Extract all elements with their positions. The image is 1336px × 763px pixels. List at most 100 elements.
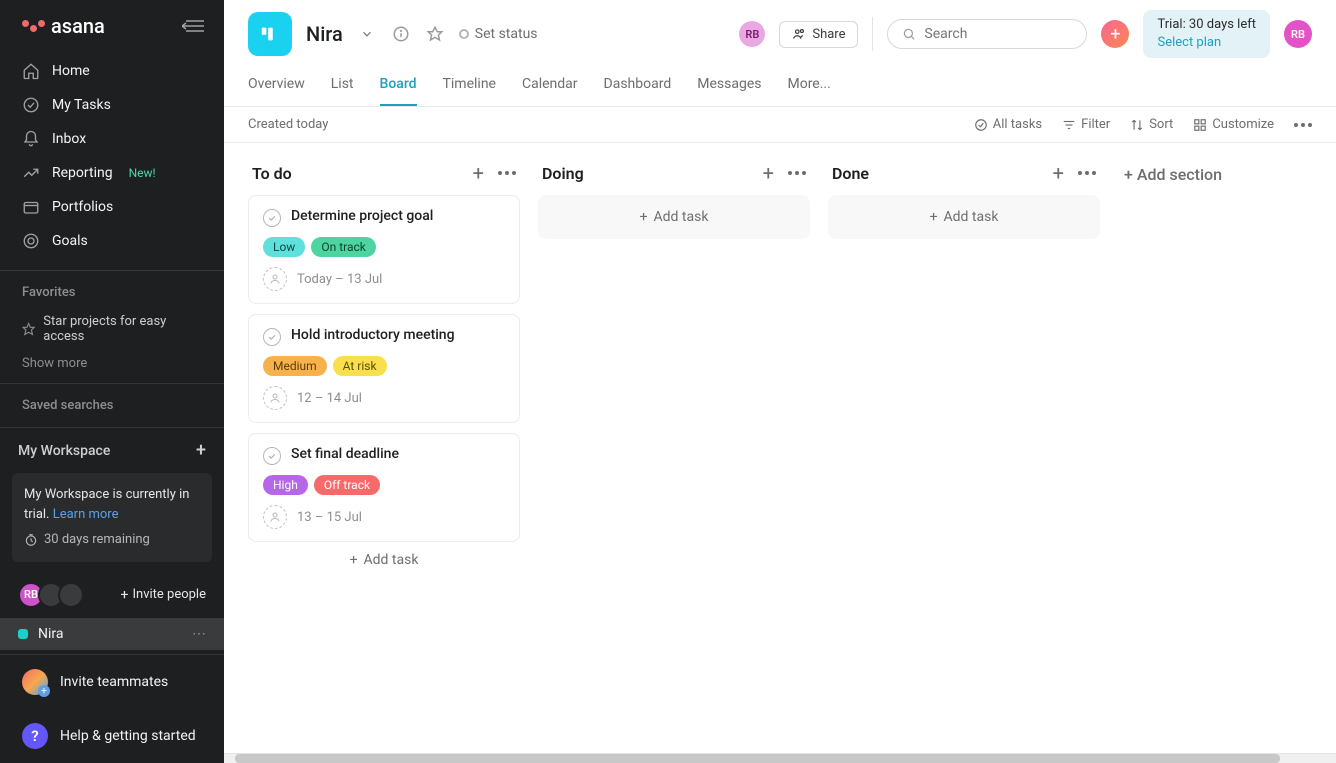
tab-dashboard[interactable]: Dashboard: [604, 68, 672, 106]
status-dot-icon: [459, 29, 469, 39]
info-icon[interactable]: [391, 24, 411, 44]
select-plan-link[interactable]: Select plan: [1157, 34, 1256, 52]
tag-ontrack: On track: [311, 237, 376, 257]
help-button[interactable]: ? Help & getting started: [0, 709, 224, 763]
customize-button[interactable]: Customize: [1193, 117, 1274, 132]
search-box[interactable]: [887, 19, 1087, 49]
tag-low: Low: [263, 237, 305, 257]
add-task-button[interactable]: +Add task: [836, 203, 1092, 231]
share-button[interactable]: Share: [779, 21, 858, 48]
tab-timeline[interactable]: Timeline: [443, 68, 496, 106]
new-badge: New!: [129, 166, 156, 180]
search-input[interactable]: [924, 26, 1072, 42]
tab-list[interactable]: List: [331, 68, 354, 106]
nav-home[interactable]: Home: [0, 54, 224, 88]
main-nav: Home My Tasks Inbox ReportingNew! Portfolios…: [0, 48, 224, 264]
column-more-icon[interactable]: [498, 171, 516, 175]
set-status-button[interactable]: Set status: [459, 26, 538, 42]
nav-label: Inbox: [52, 131, 86, 147]
global-create-button[interactable]: +: [1101, 20, 1129, 48]
column-title: Doing: [542, 164, 584, 183]
tab-overview[interactable]: Overview: [248, 68, 305, 106]
nav-label: Portfolios: [52, 199, 113, 215]
project-more-icon[interactable]: ⋯: [192, 626, 206, 642]
main-area: Nira Set status RB Share +: [224, 0, 1336, 763]
nav-goals[interactable]: Goals: [0, 224, 224, 258]
all-tasks-filter[interactable]: All tasks: [974, 117, 1042, 132]
target-icon: [22, 232, 40, 250]
trial-banner: Trial: 30 days left Select plan: [1143, 10, 1270, 58]
task-card[interactable]: Determine project goal Low On track Today –…: [248, 195, 520, 304]
invite-icon: [22, 669, 48, 695]
check-icon: [22, 96, 40, 114]
task-tags: MediumAt risk: [263, 356, 505, 376]
nav-portfolios[interactable]: Portfolios: [0, 190, 224, 224]
column-more-icon[interactable]: [788, 171, 806, 175]
board: To do+Determine project goalLowOn trackT…: [224, 143, 1336, 753]
assignee-icon[interactable]: [263, 386, 287, 410]
star-icon[interactable]: [425, 24, 445, 44]
invite-people-button[interactable]: + Invite people: [121, 587, 206, 603]
created-label: Created today: [248, 117, 328, 132]
project-menu-chevron-icon[interactable]: [357, 24, 377, 44]
nav-label: My Tasks: [52, 97, 111, 113]
add-task-icon[interactable]: +: [1053, 163, 1064, 183]
task-tags: High Off track: [263, 475, 505, 495]
horizontal-scrollbar[interactable]: [224, 753, 1336, 763]
more-options-button[interactable]: [1294, 123, 1312, 127]
tab-calendar[interactable]: Calendar: [522, 68, 578, 106]
project-name: Nira: [306, 22, 343, 46]
learn-more-link[interactable]: Learn more: [53, 507, 119, 522]
bell-icon: [22, 130, 40, 148]
chart-icon: [22, 164, 40, 182]
task-tags: Low On track: [263, 237, 505, 257]
add-project-icon[interactable]: +: [196, 440, 206, 461]
tag-offtrack: Off track: [314, 475, 380, 495]
tab-messages[interactable]: Messages: [697, 68, 761, 106]
asana-logo[interactable]: asana: [22, 14, 105, 38]
task-card[interactable]: Set final deadline High Off track 13 – 15 J…: [248, 433, 520, 542]
divider: [872, 17, 873, 51]
workspace-title[interactable]: My Workspace: [18, 443, 110, 459]
assignee-icon[interactable]: [263, 505, 287, 529]
add-task-icon[interactable]: +: [763, 163, 774, 183]
nav-label: Home: [52, 63, 90, 79]
nav-inbox[interactable]: Inbox: [0, 122, 224, 156]
invite-teammates-button[interactable]: Invite teammates: [0, 655, 224, 709]
tab-board[interactable]: Board: [380, 68, 417, 106]
nav-label: Goals: [52, 233, 88, 249]
filter-button[interactable]: Filter: [1062, 117, 1110, 132]
nav-my-tasks[interactable]: My Tasks: [0, 88, 224, 122]
favorites-hint: Star projects for easy access: [0, 308, 224, 350]
add-task-button[interactable]: +Add task: [546, 203, 802, 231]
tab-more[interactable]: More...: [787, 68, 830, 106]
sort-button[interactable]: Sort: [1130, 117, 1173, 132]
nav-reporting[interactable]: ReportingNew!: [0, 156, 224, 190]
task-date: 13 – 15 Jul: [297, 510, 362, 525]
assignee-icon[interactable]: [263, 267, 287, 291]
add-task-icon[interactable]: +: [473, 163, 484, 183]
search-icon: [902, 26, 916, 42]
user-avatar[interactable]: RB: [1284, 20, 1312, 48]
help-icon: ?: [22, 723, 48, 749]
show-more-link[interactable]: Show more: [0, 350, 224, 377]
collapse-sidebar-icon[interactable]: [182, 17, 206, 35]
complete-check-icon[interactable]: [263, 328, 281, 346]
complete-check-icon[interactable]: [263, 447, 281, 465]
task-title: Determine project goal: [291, 208, 433, 224]
task-title: Set final deadline: [291, 446, 399, 462]
project-tile-icon[interactable]: [248, 12, 292, 56]
tag-high: High: [263, 475, 308, 495]
task-card[interactable]: Hold introductory meetingMediumAt risk12…: [248, 314, 520, 423]
column-more-icon[interactable]: [1078, 171, 1096, 175]
favorites-title: Favorites: [0, 285, 224, 308]
people-icon: [792, 27, 806, 41]
member-avatar[interactable]: RB: [739, 21, 765, 47]
dots-icon: [1294, 123, 1312, 127]
task-date: Today – 13 Jul: [297, 272, 382, 287]
sidebar-project-nira[interactable]: Nira ⋯: [0, 618, 224, 650]
column-done: Done++Add task: [828, 161, 1100, 735]
add-section-button[interactable]: + Add section: [1118, 161, 1228, 735]
complete-check-icon[interactable]: [263, 209, 281, 227]
add-task-button[interactable]: +Add task: [248, 542, 520, 578]
